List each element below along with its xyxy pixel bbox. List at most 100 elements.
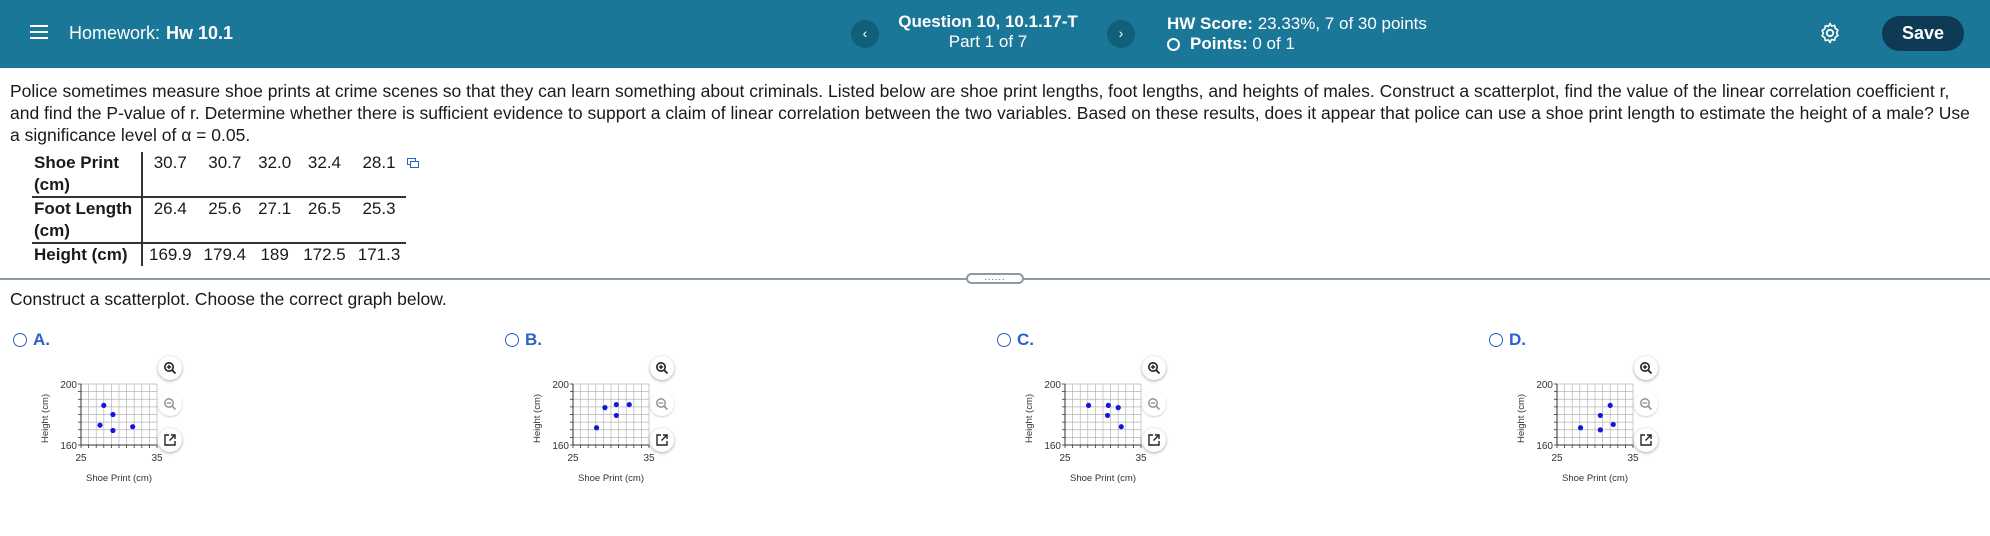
radio-button[interactable] — [505, 333, 519, 347]
zoom-out-button[interactable] — [650, 392, 674, 416]
option-a[interactable]: A. 200 160 25 35 Shoe Print (cm) Height (cm) — [13, 330, 413, 500]
zoom-in-icon — [1640, 362, 1653, 375]
homework-name: Hw 10.1 — [166, 23, 234, 43]
table-cell: 28.1 — [362, 153, 396, 172]
y-tick-label-bottom: 160 — [60, 441, 77, 452]
y-axis-label: Height (cm) — [1516, 394, 1527, 443]
question-text: Police sometimes measure shoe prints at … — [10, 81, 1970, 145]
zoom-in-button[interactable] — [650, 356, 674, 380]
data-point — [1104, 412, 1111, 419]
x-tick-label-right: 35 — [1627, 453, 1639, 464]
radio-button[interactable] — [997, 333, 1011, 347]
save-button[interactable]: Save — [1882, 16, 1964, 51]
data-point — [130, 424, 136, 430]
table-cell: 25.6 — [197, 196, 253, 243]
zoom-in-button[interactable] — [1634, 356, 1658, 380]
row-header: Height (cm) — [32, 242, 143, 266]
option-letter: A. — [33, 330, 50, 349]
data-point — [626, 401, 632, 408]
option-b[interactable]: B. 200 160 25 35 Shoe Print (cm) Height (cm) — [505, 330, 905, 500]
x-tick-label-left: 25 — [1059, 453, 1071, 464]
y-tick-label-bottom: 160 — [552, 441, 569, 452]
question-title: Question 10, 10.1.17-T — [898, 12, 1078, 31]
zoom-out-icon — [1148, 398, 1161, 411]
expand-icon — [1148, 434, 1160, 446]
expand-icon — [656, 434, 668, 446]
menu-icon[interactable] — [30, 22, 48, 42]
expand-icon — [164, 434, 176, 446]
y-tick-label-bottom: 160 — [1536, 441, 1553, 452]
score-value: 23.33%, 7 of 30 points — [1257, 14, 1427, 33]
zoom-in-icon — [164, 362, 177, 375]
data-point — [593, 425, 600, 431]
data-point — [97, 422, 103, 428]
zoom-out-button[interactable] — [1142, 392, 1166, 416]
radio-button[interactable] — [1489, 333, 1503, 347]
expand-button[interactable] — [1142, 428, 1166, 452]
option-letter: B. — [525, 330, 542, 349]
points-value: 0 of 1 — [1252, 34, 1295, 53]
zoom-in-button[interactable] — [1142, 356, 1166, 380]
option-d[interactable]: D. 200 160 25 35 Shoe Print (cm) Height (cm) — [1489, 330, 1889, 500]
y-tick-label-top: 200 — [1044, 380, 1061, 391]
option-letter: C. — [1017, 330, 1034, 349]
table-cell: 30.7 — [153, 153, 187, 172]
x-tick-label-left: 25 — [567, 453, 579, 464]
x-axis-label: Shoe Print (cm) — [1070, 473, 1136, 484]
points-label: Points: — [1190, 34, 1248, 53]
table-cell: 32.0 — [258, 153, 292, 172]
previous-question-button[interactable]: ‹ — [851, 20, 879, 48]
y-axis-label: Height (cm) — [40, 394, 51, 443]
table-row: Shoe Print (cm) 30.7 30.7 32.0 32.4 28.1 — [32, 152, 406, 197]
zoom-out-button[interactable] — [1634, 392, 1658, 416]
row-header: Foot Length (cm) — [32, 196, 143, 243]
y-tick-label-top: 200 — [552, 380, 569, 391]
table-row: Foot Length (cm) 26.4 25.6 27.1 26.5 25.3 — [32, 196, 407, 243]
expand-button[interactable] — [158, 428, 182, 452]
zoom-in-icon — [1148, 362, 1161, 375]
zoom-out-icon — [1640, 398, 1653, 411]
zoom-out-button[interactable] — [158, 392, 182, 416]
data-point — [1597, 427, 1603, 433]
data-point — [1085, 402, 1092, 408]
prompt-text: Construct a scatterplot. Choose the corr… — [10, 289, 447, 309]
zoom-in-button[interactable] — [158, 356, 182, 380]
x-axis-label: Shoe Print (cm) — [578, 473, 644, 484]
copy-icon[interactable] — [407, 158, 419, 168]
x-tick-label-left: 25 — [75, 453, 87, 464]
option-c[interactable]: C. 200 160 25 35 Shoe Print (cm) Height (cm) — [997, 330, 1397, 500]
x-tick-label-right: 35 — [151, 453, 163, 464]
resize-handle[interactable]: ...... — [966, 273, 1024, 284]
homework-label: Homework: — [69, 23, 161, 43]
data-point — [1115, 405, 1121, 411]
radio-button[interactable] — [13, 333, 27, 347]
homework-title: Homework: Hw 10.1 — [69, 23, 233, 44]
expand-button[interactable] — [650, 428, 674, 452]
x-axis-label: Shoe Print (cm) — [86, 473, 152, 484]
scatter-chart: 200 16025 35 Shoe Print (cm) Height (cm) — [532, 380, 655, 484]
data-point — [1105, 402, 1111, 408]
zoom-out-icon — [164, 398, 177, 411]
points-status-icon — [1167, 37, 1180, 51]
zoom-in-icon — [656, 362, 669, 375]
y-tick-label-top: 200 — [1536, 380, 1553, 391]
expand-icon — [1640, 434, 1652, 446]
question-info[interactable]: Question 10, 10.1.17-T Part 1 of 7 — [884, 12, 1092, 52]
y-tick-label-bottom: 160 — [1044, 441, 1061, 452]
expand-button[interactable] — [1634, 428, 1658, 452]
scatter-chart: 200 16025 35 Shoe Print (cm) Height (cm) — [40, 380, 163, 484]
table-cell: 26.5 — [297, 196, 352, 243]
table-row: Height (cm) 169.9 179.4 189 172.5 171.3 — [32, 242, 407, 266]
row-header: Shoe Print (cm) — [32, 152, 143, 197]
data-point — [1610, 421, 1616, 428]
x-tick-label-right: 35 — [643, 453, 655, 464]
y-axis-label: Height (cm) — [1024, 394, 1035, 443]
next-question-button[interactable]: › — [1107, 20, 1135, 48]
scatter-chart: 200 16025 35 Shoe Print (cm) Height (cm) — [1024, 380, 1147, 484]
y-axis-label: Height (cm) — [532, 394, 543, 443]
data-point — [101, 402, 107, 408]
data-point — [1118, 424, 1124, 430]
settings-gear-icon[interactable] — [1818, 21, 1842, 45]
table-cell: 30.7 — [208, 153, 242, 172]
data-point — [110, 427, 116, 434]
